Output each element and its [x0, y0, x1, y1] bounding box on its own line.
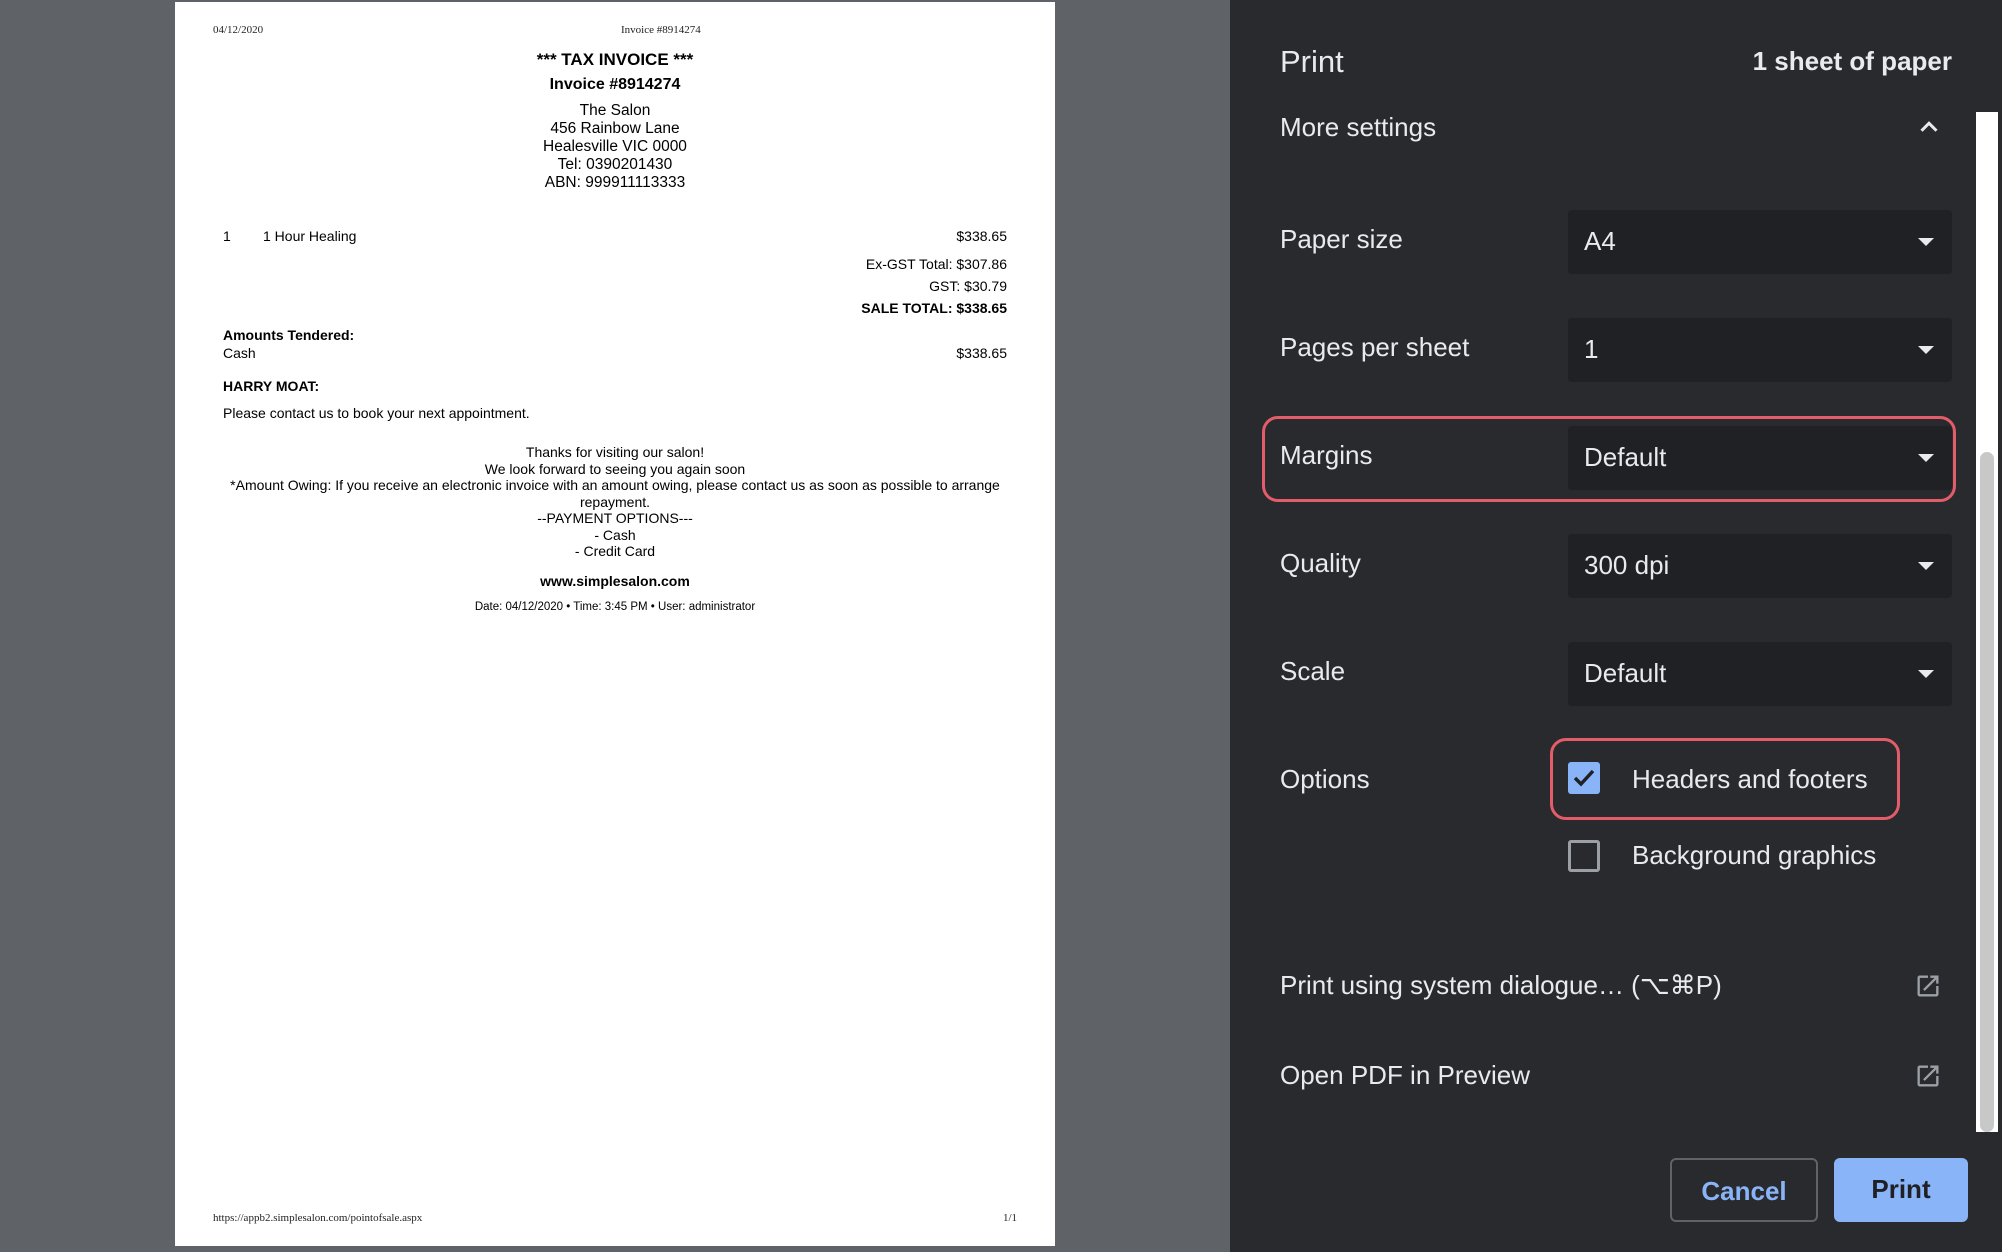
- thanks-line: - Cash: [594, 526, 636, 543]
- tender-amount: $338.65: [956, 345, 1007, 361]
- settings-scrollbar[interactable]: [1976, 112, 1998, 1132]
- paper-size-label: Paper size: [1280, 224, 1403, 254]
- salon-address: The Salon 456 Rainbow Lane Healesville V…: [175, 102, 1055, 192]
- print-preview-area: 04/12/2020 Invoice #8914274 *** TAX INVO…: [0, 0, 1230, 1252]
- settings-list[interactable]: More settings Paper size A4 Pages per sh…: [1230, 112, 2002, 1132]
- paper-size-value: A4: [1584, 226, 1616, 256]
- thanks-line: Thanks for visiting our salon!: [525, 444, 705, 460]
- thanks-message: Thanks for visiting our salon! We look f…: [175, 444, 1055, 560]
- address-line: Healesville VIC 0000: [543, 138, 687, 155]
- page-footer-number: 1/1: [1002, 1212, 1017, 1224]
- ex-gst-total: Ex-GST Total: $307.86: [865, 256, 1007, 272]
- margins-value: Default: [1584, 442, 1667, 472]
- pages-per-sheet-select[interactable]: 1: [1568, 318, 1952, 382]
- sale-total: SALE TOTAL: $338.65: [861, 300, 1007, 316]
- page-header-title: Invoice #8914274: [621, 24, 701, 36]
- invoice-title: *** TAX INVOICE ***: [536, 50, 694, 69]
- scale-value: Default: [1584, 658, 1667, 688]
- caret-down-icon: [1918, 346, 1934, 354]
- print-button[interactable]: Print: [1834, 1158, 1968, 1222]
- tender-method: Cash: [223, 345, 256, 361]
- open-pdf-preview-link[interactable]: Open PDF in Preview: [1280, 1060, 1530, 1091]
- margins-select[interactable]: Default: [1568, 426, 1952, 490]
- margins-label: Margins: [1280, 440, 1373, 470]
- scrollbar-thumb[interactable]: [1980, 452, 1994, 1132]
- address-line: 456 Rainbow Lane: [550, 120, 680, 137]
- contact-message: Please contact us to book your next appo…: [223, 405, 530, 421]
- gst-amount: GST: $30.79: [929, 278, 1007, 294]
- line-item-description: 1 Hour Healing: [263, 228, 357, 244]
- quality-value: 300 dpi: [1584, 550, 1670, 580]
- address-line: The Salon: [579, 102, 651, 119]
- invoice-number: Invoice #8914274: [549, 76, 681, 93]
- address-line: Tel: 0390201430: [557, 156, 673, 173]
- quality-select[interactable]: 300 dpi: [1568, 534, 1952, 598]
- thanks-line: *Amount Owing: If you receive an electro…: [230, 477, 1000, 510]
- thanks-line: - Credit Card: [574, 543, 656, 559]
- page-header-date: 04/12/2020: [213, 24, 264, 36]
- panel-footer: Cancel Print: [1230, 1132, 2002, 1252]
- caret-down-icon: [1918, 562, 1934, 570]
- client-name: HARRY MOAT:: [223, 378, 320, 394]
- website: www.simplesalon.com: [540, 573, 690, 589]
- print-title: Print: [1280, 44, 1344, 79]
- pages-per-sheet-label: Pages per sheet: [1280, 332, 1470, 362]
- system-dialog-link[interactable]: Print using system dialogue… (⌥⌘P): [1280, 970, 1722, 1001]
- background-graphics-label[interactable]: Background graphics: [1632, 840, 1876, 871]
- paper-size-select[interactable]: A4: [1568, 210, 1952, 274]
- options-label: Options: [1280, 764, 1370, 794]
- pages-per-sheet-value: 1: [1584, 334, 1599, 364]
- quality-label: Quality: [1280, 548, 1361, 578]
- print-settings-panel: Print 1 sheet of paper More settings Pap…: [1230, 0, 2002, 1252]
- scale-select[interactable]: Default: [1568, 642, 1952, 706]
- scale-label: Scale: [1280, 656, 1346, 686]
- preview-page: 04/12/2020 Invoice #8914274 *** TAX INVO…: [175, 2, 1055, 1246]
- line-item-qty: 1: [223, 228, 231, 244]
- page-footer-url: https://appb2.simplesalon.com/pointofsal…: [213, 1212, 423, 1224]
- date-time-stamp: Date: 04/12/2020 • Time: 3:45 PM • User:…: [474, 601, 756, 613]
- caret-down-icon: [1918, 670, 1934, 678]
- background-graphics-checkbox[interactable]: [1568, 840, 1600, 872]
- panel-header: Print 1 sheet of paper: [1230, 0, 2002, 112]
- headers-footers-checkbox[interactable]: [1568, 762, 1600, 794]
- open-external-icon[interactable]: [1914, 1062, 1942, 1090]
- cancel-button[interactable]: Cancel: [1670, 1158, 1818, 1222]
- amounts-tendered-label: Amounts Tendered:: [223, 327, 355, 343]
- checkmark-icon: [1573, 769, 1595, 787]
- more-settings-toggle[interactable]: More settings: [1280, 112, 1436, 143]
- open-external-icon[interactable]: [1914, 972, 1942, 1000]
- thanks-line: We look forward to seeing you again soon: [484, 460, 746, 477]
- thanks-line: --PAYMENT OPTIONS---: [537, 510, 693, 526]
- headers-footers-label[interactable]: Headers and footers: [1632, 764, 1868, 795]
- sheet-count: 1 sheet of paper: [1752, 46, 1952, 76]
- chevron-up-icon[interactable]: [1914, 112, 1944, 142]
- line-item-amount: $338.65: [956, 228, 1007, 244]
- address-line: ABN: 999911113333: [544, 174, 686, 191]
- caret-down-icon: [1918, 454, 1934, 462]
- caret-down-icon: [1918, 238, 1934, 246]
